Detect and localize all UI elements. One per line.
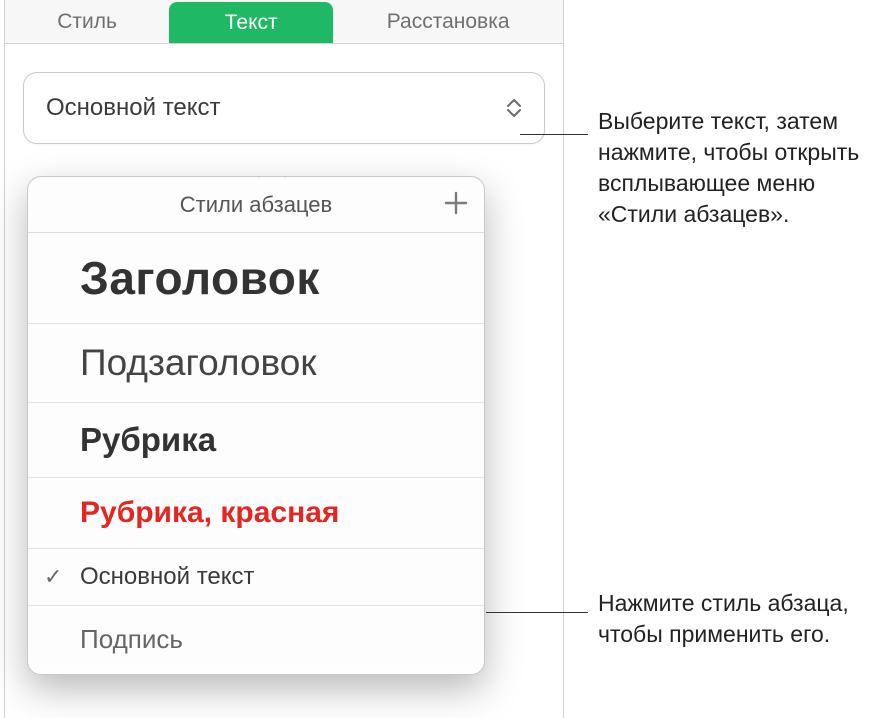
- paragraph-style-current: Основной текст: [46, 94, 221, 122]
- style-item-heading-label: Рубрика: [80, 421, 216, 458]
- paragraph-styles-popup: Стили абзацев Заголовок Подзаголовок Руб…: [27, 176, 485, 675]
- style-item-heading[interactable]: Рубрика: [28, 403, 484, 478]
- tab-arrange[interactable]: Расстановка: [333, 0, 563, 43]
- popup-title: Стили абзацев: [180, 192, 332, 218]
- style-item-heading-red[interactable]: Рубрика, красная: [28, 478, 484, 549]
- callout-bottom-text: Нажмите стиль абзаца, чтобы применить ег…: [598, 590, 849, 647]
- tab-text[interactable]: Текст: [169, 2, 333, 43]
- tab-style-label: Стиль: [57, 10, 117, 34]
- style-item-caption-label: Подпись: [80, 624, 183, 654]
- tab-bar: Стиль Текст Расстановка: [5, 0, 563, 44]
- tab-text-label: Текст: [225, 11, 278, 35]
- style-item-title[interactable]: Заголовок: [28, 233, 484, 324]
- add-style-button[interactable]: [442, 189, 470, 223]
- style-item-subtitle[interactable]: Подзаголовок: [28, 324, 484, 403]
- updown-chevron-icon: [506, 98, 522, 118]
- popup-header: Стили абзацев: [28, 177, 484, 233]
- callout-bottom: Нажмите стиль абзаца, чтобы применить ег…: [598, 588, 868, 650]
- checkmark-icon: ✓: [44, 564, 62, 590]
- plus-icon: [442, 189, 470, 217]
- style-item-title-label: Заголовок: [80, 252, 320, 304]
- style-item-body-label: Основной текст: [80, 563, 255, 590]
- fade-overlay: [28, 658, 484, 674]
- style-item-subtitle-label: Подзаголовок: [80, 342, 317, 383]
- callout-line-bottom: [486, 612, 588, 613]
- style-item-body[interactable]: ✓ Основной текст: [28, 549, 484, 606]
- format-panel: Стиль Текст Расстановка Основной текст С…: [4, 0, 564, 718]
- callout-line-top: [520, 134, 588, 135]
- tab-arrange-label: Расстановка: [387, 10, 510, 34]
- style-item-heading-red-label: Рубрика, красная: [80, 496, 339, 529]
- callout-top: Выберите текст, затем нажмите, чтобы отк…: [598, 106, 886, 230]
- paragraph-style-field[interactable]: Основной текст: [23, 72, 545, 144]
- tab-style[interactable]: Стиль: [5, 0, 169, 43]
- callout-top-text: Выберите текст, затем нажмите, чтобы отк…: [598, 108, 859, 227]
